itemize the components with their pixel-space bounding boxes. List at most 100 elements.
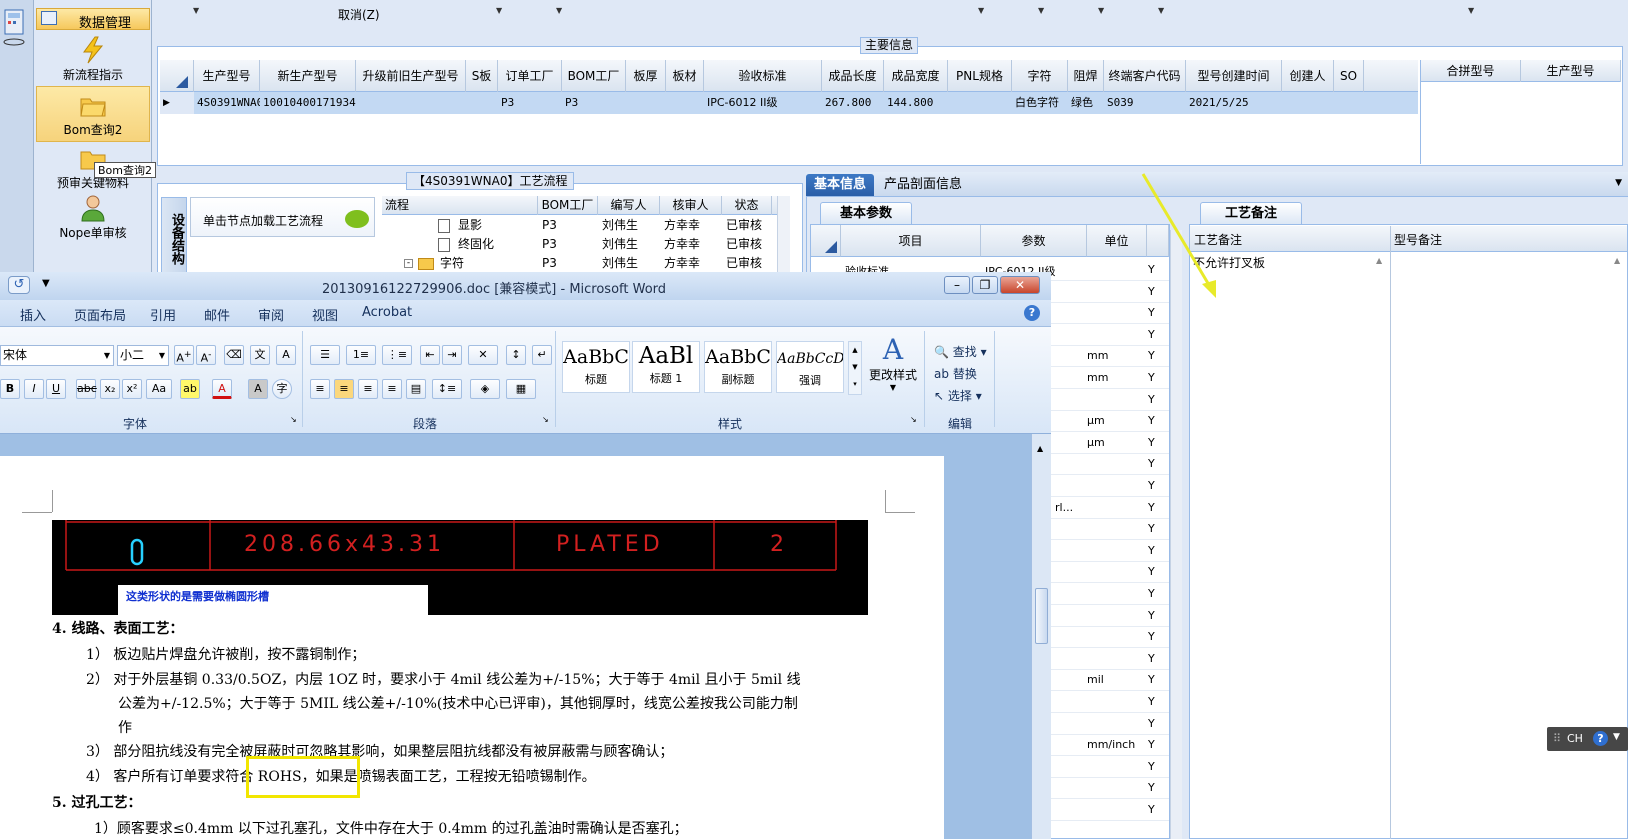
col-header[interactable]: SO xyxy=(1334,60,1364,92)
col-header[interactable]: 状态 xyxy=(722,196,772,215)
nav-header-data-management[interactable]: 数据管理 xyxy=(36,8,150,31)
col-header[interactable]: 合拼型号 xyxy=(1421,60,1521,82)
help-icon[interactable]: ? xyxy=(1024,305,1040,321)
chevron-down-icon[interactable]: ▼ xyxy=(1098,6,1104,15)
chevron-down-icon[interactable]: ▼ xyxy=(1468,6,1474,15)
font-color-icon[interactable]: A xyxy=(212,379,232,399)
col-header[interactable]: 流程 xyxy=(382,196,538,215)
col-header[interactable]: 终端客户代码 xyxy=(1104,60,1186,92)
collapse-icon[interactable]: - xyxy=(404,259,413,268)
list-item[interactable]: 显影 P3 刘伟生 方幸幸 已审核 xyxy=(382,216,777,235)
cell[interactable]: P3 xyxy=(562,92,626,114)
chevron-down-icon[interactable]: ▼ xyxy=(1158,6,1164,15)
cell[interactable]: 267.800 xyxy=(822,92,884,114)
char-border-icon[interactable]: A xyxy=(276,345,296,365)
col-header[interactable]: 订单工厂 xyxy=(498,60,562,92)
style-heading[interactable]: AaBbC 标题 xyxy=(562,341,630,393)
select-button[interactable]: ↖ 选择 ▾ xyxy=(934,387,982,404)
cell[interactable]: 绿色 xyxy=(1068,92,1104,114)
param-scrollbar[interactable] xyxy=(1170,230,1182,839)
tab-product-profile[interactable]: 产品剖面信息 xyxy=(876,174,970,196)
find-button[interactable]: 🔍 查找 ▾ xyxy=(934,343,987,360)
sort-icon[interactable]: ↕ xyxy=(506,345,526,365)
col-header[interactable]: 成品宽度 xyxy=(884,60,948,92)
show-marks-icon[interactable]: ↵ xyxy=(532,345,552,365)
chevron-down-icon[interactable]: ▼ xyxy=(496,6,502,15)
minimize-icon[interactable]: – xyxy=(944,276,970,294)
cell[interactable]: S039 xyxy=(1104,92,1186,114)
underline-icon[interactable]: U xyxy=(46,379,66,399)
replace-button[interactable]: ab 替换 xyxy=(934,365,977,382)
grow-font-icon[interactable]: A+ xyxy=(174,345,194,365)
word-titlebar[interactable]: ↺ ▼ 20130916122729906.doc [兼容模式] - Micro… xyxy=(0,272,1051,300)
char-shading-icon[interactable]: A xyxy=(248,379,268,399)
cell[interactable]: 4S0391WNA0 xyxy=(194,92,260,114)
col-header[interactable]: 板厚 xyxy=(626,60,666,92)
chevron-down-icon[interactable]: ▼ xyxy=(193,6,199,15)
dialog-launcher-icon[interactable]: ↘ xyxy=(542,415,549,424)
tab-basic-params[interactable]: 基本参数 xyxy=(820,202,912,224)
cell[interactable]: 2021/5/25 xyxy=(1186,92,1282,114)
tree-scrollbar[interactable] xyxy=(777,196,790,273)
shrink-font-icon[interactable]: A- xyxy=(196,345,216,365)
borders-icon[interactable]: ▦ xyxy=(506,379,536,399)
col-header[interactable]: 成品长度 xyxy=(822,60,884,92)
font-size-select[interactable]: 小二 ▼ xyxy=(117,345,169,366)
vertical-tab-equipment[interactable]: 设备结构 xyxy=(161,197,187,273)
cell[interactable] xyxy=(356,92,466,114)
col-header[interactable]: S板 xyxy=(466,60,498,92)
table-row[interactable]: ▶ 4S0391WNA0 10010400171934 P3 P3 IPC-60… xyxy=(160,92,1418,114)
dialog-launcher-icon[interactable]: ↘ xyxy=(290,415,297,424)
dialog-launcher-icon[interactable]: ↘ xyxy=(910,415,917,424)
cell[interactable]: IPC-6012 II级 xyxy=(704,92,822,114)
scroll-thumb[interactable] xyxy=(1035,588,1048,644)
col-header[interactable]: 型号创建时间 xyxy=(1186,60,1282,92)
nav-item-new-process[interactable]: 新流程指示 xyxy=(36,32,150,88)
italic-icon[interactable]: I xyxy=(24,379,44,399)
chevron-down-icon[interactable]: ▼ xyxy=(1615,178,1622,188)
col-header[interactable]: 字符 xyxy=(1012,60,1068,92)
style-heading-1[interactable]: AaBl 标题 1 xyxy=(632,341,700,393)
quick-access-dropdown-icon[interactable]: ▼ xyxy=(42,278,50,289)
col-header[interactable]: 板材 xyxy=(666,60,704,92)
tab-review[interactable]: 审阅 xyxy=(258,305,284,324)
col-header[interactable]: 生产型号 xyxy=(1521,60,1621,82)
tab-view[interactable]: 视图 xyxy=(312,305,338,324)
col-header[interactable]: 生产型号 xyxy=(194,60,260,92)
tab-page-layout[interactable]: 页面布局 xyxy=(74,305,126,324)
document-scrollbar[interactable]: ▲ xyxy=(1031,434,1051,839)
decrease-indent-icon[interactable]: ⇤ xyxy=(420,345,440,365)
chevron-down-icon[interactable]: ▼ xyxy=(978,6,984,15)
clear-format-icon[interactable]: ⌫ xyxy=(224,345,244,365)
col-header[interactable]: 核审人 xyxy=(660,196,722,215)
col-header[interactable]: BOM工厂 xyxy=(562,60,626,92)
asian-layout-icon[interactable]: ✕ xyxy=(468,345,498,365)
cell[interactable]: P3 xyxy=(498,92,562,114)
font-name-select[interactable]: 宋体 ▼ xyxy=(0,345,114,366)
justify-icon[interactable]: ≡ xyxy=(382,379,402,399)
bullets-icon[interactable]: ☰ xyxy=(310,345,340,365)
phonetic-guide-icon[interactable]: 文 xyxy=(250,345,270,365)
restore-icon[interactable]: ❐ xyxy=(972,276,998,294)
distribute-icon[interactable]: ▤ xyxy=(406,379,426,399)
cell[interactable] xyxy=(1282,92,1334,114)
scroll-up-icon[interactable]: ▲ xyxy=(1614,256,1620,265)
enclose-char-icon[interactable]: 字 xyxy=(272,379,292,399)
styles-scroll[interactable]: ▲ ▼ ▾ xyxy=(848,341,862,395)
align-center-icon[interactable]: ≡ xyxy=(334,379,354,399)
list-item[interactable]: 终固化 P3 刘伟生 方幸幸 已审核 xyxy=(382,235,777,254)
cell[interactable] xyxy=(666,92,704,114)
tab-acrobat[interactable]: Acrobat xyxy=(362,305,412,320)
superscript-icon[interactable]: x² xyxy=(122,379,142,399)
change-styles-button[interactable]: A 更改样式 ▼ xyxy=(866,333,920,403)
chevron-down-icon[interactable]: ▼ xyxy=(1613,732,1620,742)
style-subtitle[interactable]: AaBbC 副标题 xyxy=(704,341,772,393)
numbering-icon[interactable]: 1≡ xyxy=(346,345,376,365)
tab-mailings[interactable]: 邮件 xyxy=(204,305,230,324)
bold-icon[interactable]: B xyxy=(0,379,20,399)
col-header[interactable]: 型号备注 xyxy=(1394,231,1442,248)
chevron-down-icon[interactable]: ▼ xyxy=(104,346,110,365)
col-header[interactable]: BOM工厂 xyxy=(538,196,598,215)
shading-icon[interactable]: ◈ xyxy=(470,379,500,399)
help-icon[interactable]: ? xyxy=(1593,731,1608,746)
